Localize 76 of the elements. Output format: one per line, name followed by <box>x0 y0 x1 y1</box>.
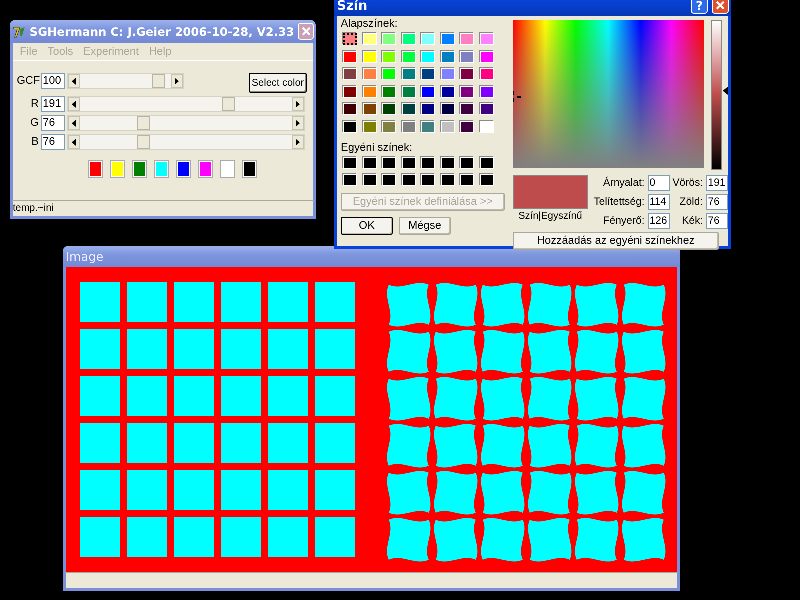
field-label: Vörös: <box>672 177 704 189</box>
preview-label: Szín|Egyszínű <box>518 211 582 222</box>
value-field[interactable]: 0 <box>648 175 670 191</box>
custom-color-swatch[interactable] <box>480 174 494 186</box>
slider-thumb[interactable] <box>222 97 235 111</box>
custom-color-swatch[interactable] <box>362 174 376 186</box>
left-arrow-icon <box>72 78 76 84</box>
custom-color-swatch[interactable] <box>440 156 454 168</box>
slider-thumb[interactable] <box>137 135 150 149</box>
window-title: Image <box>66 250 105 264</box>
custom-color-swatch[interactable] <box>460 174 474 186</box>
custom-color-swatch[interactable] <box>421 174 435 186</box>
scroll-left-button[interactable] <box>68 135 80 149</box>
field-label: Fényerő: <box>602 215 645 227</box>
window-title: SGHermann C: J.Geier 2006-10-28, V2.33 <box>30 24 294 38</box>
slider-label: B <box>30 136 40 148</box>
right-arrow-icon <box>296 120 300 126</box>
value-field[interactable]: 76 <box>706 213 728 229</box>
value-field[interactable]: 100 <box>41 73 65 89</box>
custom-color-swatch[interactable] <box>440 174 454 186</box>
slider[interactable] <box>67 134 305 150</box>
custom-color-swatch[interactable] <box>480 156 494 168</box>
scroll-left-button[interactable] <box>68 97 80 111</box>
cancel-button[interactable]: Mégse <box>399 216 451 234</box>
status-text: temp.~ini <box>13 203 54 214</box>
value-field[interactable]: 76 <box>41 115 65 131</box>
slider-label: GCF <box>17 75 41 87</box>
custom-color-swatch[interactable] <box>402 174 416 186</box>
slider[interactable] <box>67 96 305 112</box>
right-arrow-icon <box>296 100 300 108</box>
left-arrow-icon <box>72 120 76 126</box>
slider-label: R <box>30 98 40 110</box>
field-label: Kék: <box>681 215 704 227</box>
custom-color-swatch[interactable] <box>402 156 416 168</box>
scroll-right-button[interactable] <box>292 97 304 111</box>
color-swatch[interactable] <box>343 33 357 45</box>
custom-color-swatch[interactable] <box>343 174 357 186</box>
close-icon <box>302 27 311 36</box>
slider[interactable] <box>67 115 305 131</box>
app-logo-icon <box>13 24 26 38</box>
add-to-custom-colors-button[interactable]: Hozzáadás az egyéni színekhez <box>513 232 719 250</box>
close-icon <box>716 1 725 10</box>
custom-color-swatch[interactable] <box>362 156 376 168</box>
scroll-right-button[interactable] <box>292 135 304 149</box>
value-field[interactable]: 76 <box>41 134 65 150</box>
custom-color-swatch[interactable] <box>382 174 396 186</box>
left-arrow-icon <box>72 138 76 146</box>
value-field[interactable]: 126 <box>648 213 670 229</box>
custom-color-swatch[interactable] <box>460 156 474 168</box>
scroll-right-button[interactable] <box>292 116 304 130</box>
slider[interactable] <box>67 73 184 89</box>
scroll-right-button[interactable] <box>171 74 183 88</box>
custom-color-swatch[interactable] <box>421 156 435 168</box>
right-arrow-icon <box>296 138 300 146</box>
select-color-button[interactable]: Select color <box>249 73 307 93</box>
scroll-left-button[interactable] <box>68 74 80 88</box>
custom-color-swatch[interactable] <box>343 156 357 168</box>
basic-colors-label: Alapszínek: <box>341 18 399 30</box>
right-arrow-icon <box>175 78 179 84</box>
close-button[interactable] <box>712 0 729 14</box>
field-label: Telítettség: <box>594 196 645 208</box>
field-label: Árnyalat: <box>602 177 645 189</box>
left-arrow-icon <box>72 100 76 108</box>
value-field[interactable]: 114 <box>648 194 670 210</box>
slider-label: G <box>29 117 40 129</box>
value-field[interactable]: 191 <box>706 175 728 191</box>
slider-thumb[interactable] <box>152 74 165 88</box>
help-button[interactable]: ? <box>691 0 708 14</box>
slider-thumb[interactable] <box>137 116 150 130</box>
custom-colors-label: Egyéni színek: <box>341 142 414 154</box>
scroll-left-button[interactable] <box>68 116 80 130</box>
field-label: Zöld: <box>678 196 704 208</box>
ok-button[interactable]: OK <box>341 216 393 234</box>
value-field[interactable]: 76 <box>706 194 728 210</box>
value-field[interactable]: 191 <box>41 96 65 112</box>
custom-color-swatch[interactable] <box>382 156 396 168</box>
